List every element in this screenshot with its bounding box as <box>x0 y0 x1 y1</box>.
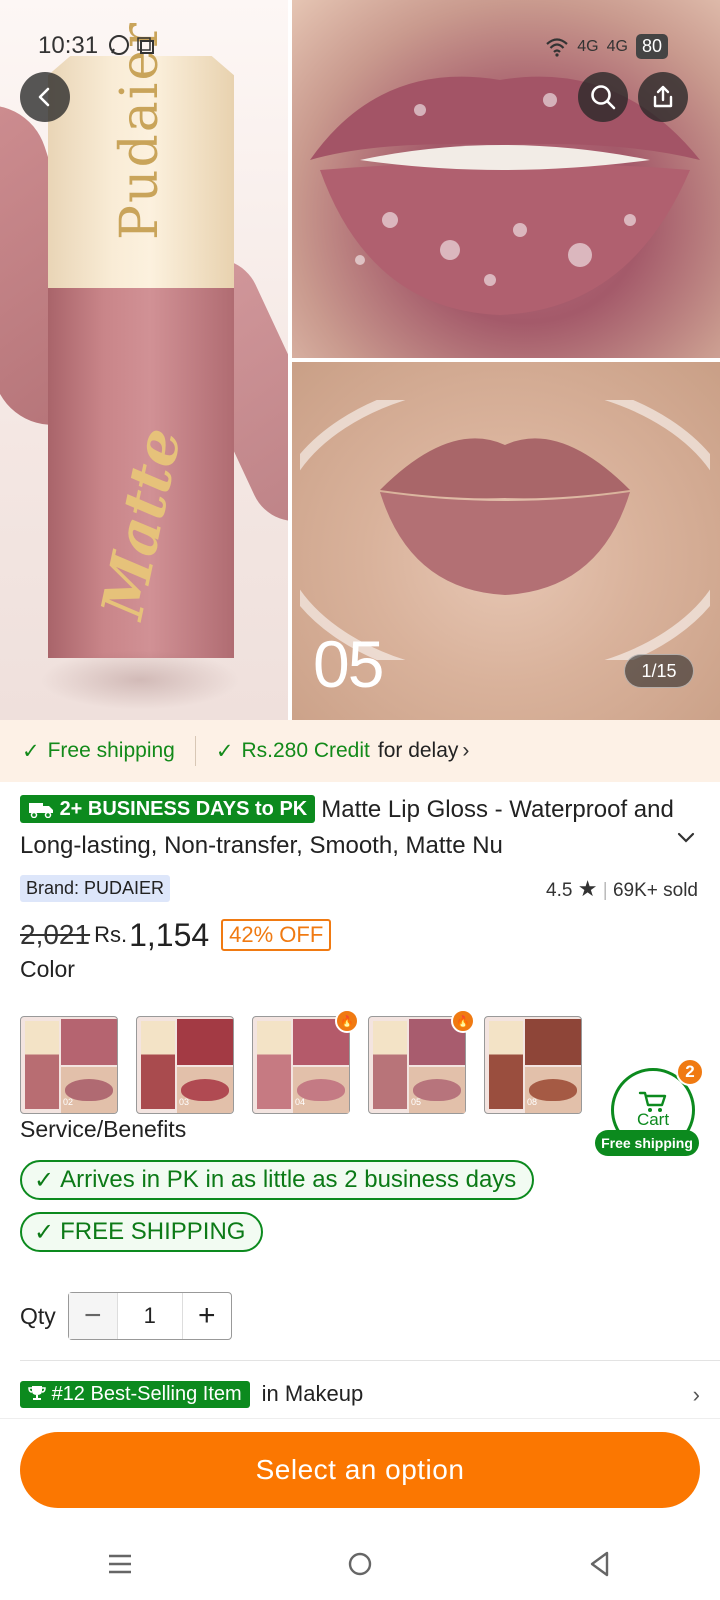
fire-icon: 🔥 <box>335 1009 359 1033</box>
delivery-badge: 2+ BUSINESS DAYS to PK <box>20 795 316 823</box>
signal-1-label: 4G <box>577 37 599 55</box>
discount-badge: 42% OFF <box>221 919 332 951</box>
shipping-info-strip[interactable]: ✓ Free shipping ✓ Rs.280 Credit for dela… <box>0 720 720 782</box>
share-icon <box>653 85 673 108</box>
benefit-text: FREE SHIPPING <box>60 1218 246 1245</box>
whatsapp-icon <box>109 35 129 55</box>
color-option-05[interactable]: 05 🔥 <box>368 1009 475 1114</box>
swatch-code: 02 <box>63 1097 74 1107</box>
quantity-stepper[interactable]: − 1 + <box>67 1292 232 1340</box>
currency: Rs. <box>94 922 128 947</box>
swatch-code: 08 <box>527 1097 538 1107</box>
trophy-icon <box>28 1385 46 1400</box>
best-seller-category: in Makeup <box>261 1381 364 1406</box>
swatch-lips-wet <box>177 1019 233 1065</box>
battery-level: 80 <box>635 34 668 59</box>
floating-cart-button[interactable]: Cart 2 Free shipping <box>595 1058 704 1160</box>
check-icon: ✓ <box>34 1218 55 1246</box>
free-shipping-label: Free shipping <box>47 739 175 762</box>
home-button[interactable] <box>330 1544 390 1584</box>
chevron-left-icon <box>38 87 50 107</box>
swatch-tube-image <box>373 1021 407 1109</box>
status-right-icons: 4G 4G 80 <box>545 34 668 59</box>
service-label: Service/Benefits <box>20 1116 187 1142</box>
benefit-text: Arrives in PK in as little as 2 business… <box>60 1166 517 1193</box>
status-notification-icons <box>108 34 156 58</box>
back-triangle-icon <box>590 1551 609 1577</box>
cart-label: Cart <box>636 1110 670 1129</box>
credit-suffix: for delay <box>377 739 459 762</box>
brand-tag[interactable]: Brand: PUDAIER <box>20 875 171 902</box>
swatch-code: 04 <box>295 1097 306 1107</box>
star-icon: ★ <box>577 876 598 901</box>
system-nav-bar <box>0 1528 720 1600</box>
recent-apps-button[interactable] <box>90 1544 150 1584</box>
best-seller-row[interactable]: #12 Best-Selling Item in Makeup › <box>20 1378 700 1410</box>
swatch-lips-wet <box>61 1019 117 1065</box>
best-seller-badge: #12 Best-Selling Item <box>20 1380 250 1408</box>
chevron-right-icon: › <box>462 739 470 762</box>
search-button[interactable] <box>578 72 628 122</box>
swatch-tube-image <box>489 1021 523 1109</box>
cart-free-shipping: Free shipping <box>595 1130 699 1156</box>
original-price: 2,021 <box>20 919 91 950</box>
cart-count-badge: 2 <box>676 1058 704 1086</box>
check-icon: ✓ <box>22 739 40 763</box>
increase-quantity-button[interactable]: + <box>183 1293 231 1339</box>
color-options: 02 03 04 🔥 05 🔥 08 <box>20 1009 582 1114</box>
home-circle-icon <box>348 1552 372 1576</box>
fire-icon: 🔥 <box>451 1009 475 1033</box>
swatch-lips-wet <box>525 1019 581 1065</box>
decrease-quantity-button[interactable]: − <box>68 1293 117 1339</box>
swatch-code: 03 <box>179 1097 190 1107</box>
sold-count: 69K+ sold <box>612 880 698 901</box>
price-row: 2,021 Rs. 1,154 42% OFF <box>20 914 332 956</box>
copy-icon <box>136 37 154 54</box>
color-option-08[interactable]: 08 <box>484 1016 582 1114</box>
swatch-code: 05 <box>411 1097 422 1107</box>
status-bar: 10:31 4G 4G 80 <box>0 28 720 68</box>
image-counter: 1/15 <box>624 654 694 688</box>
shade-number-overlay: 05 <box>313 627 384 701</box>
product-brand-printed: Pudaier <box>110 20 170 240</box>
wifi-icon <box>546 37 569 57</box>
expand-title-button[interactable] <box>676 828 696 851</box>
truck-icon <box>29 803 53 819</box>
benefit-free-shipping: ✓ FREE SHIPPING <box>20 1212 264 1252</box>
benefit-arrival: ✓ Arrives in PK in as little as 2 busine… <box>20 1160 535 1200</box>
share-button[interactable] <box>638 72 688 122</box>
back-nav-button[interactable] <box>570 1544 630 1584</box>
swatch-tube-image <box>257 1021 291 1109</box>
sale-price: 1,154 <box>129 916 210 953</box>
color-option-04[interactable]: 04 🔥 <box>252 1009 359 1114</box>
signal-2-label: 4G <box>606 37 628 55</box>
credit-amount: Rs.280 Credit <box>241 739 370 762</box>
rating-value: 4.5 <box>546 880 573 901</box>
check-icon: ✓ <box>34 1166 55 1194</box>
strip-divider <box>194 736 196 766</box>
back-button[interactable] <box>20 72 70 122</box>
select-option-button[interactable]: Select an option <box>20 1432 700 1508</box>
lips-matte-illustration <box>300 400 710 660</box>
qty-label: Qty <box>20 1302 56 1329</box>
status-time: 10:31 <box>38 32 99 59</box>
delivery-badge-label: 2+ BUSINESS DAYS to PK <box>59 798 308 820</box>
quantity-value[interactable]: 1 <box>116 1293 183 1339</box>
best-seller-text: #12 Best-Selling Item <box>51 1382 242 1405</box>
swatch-tube-image <box>25 1021 59 1109</box>
color-option-02[interactable]: 02 <box>20 1016 118 1114</box>
chevron-down-icon <box>677 832 695 843</box>
menu-icon <box>109 1554 131 1574</box>
check-icon: ✓ <box>215 739 234 763</box>
color-label: Color <box>20 956 75 982</box>
swatch-tube-image <box>141 1021 175 1109</box>
rating-summary[interactable]: 4.5 ★ | 69K+ sold <box>546 876 698 902</box>
color-option-03[interactable]: 03 <box>136 1016 234 1114</box>
search-icon <box>591 85 616 110</box>
quantity-row: Qty − 1 + <box>20 1292 232 1340</box>
chevron-right-icon: › <box>692 1382 700 1407</box>
